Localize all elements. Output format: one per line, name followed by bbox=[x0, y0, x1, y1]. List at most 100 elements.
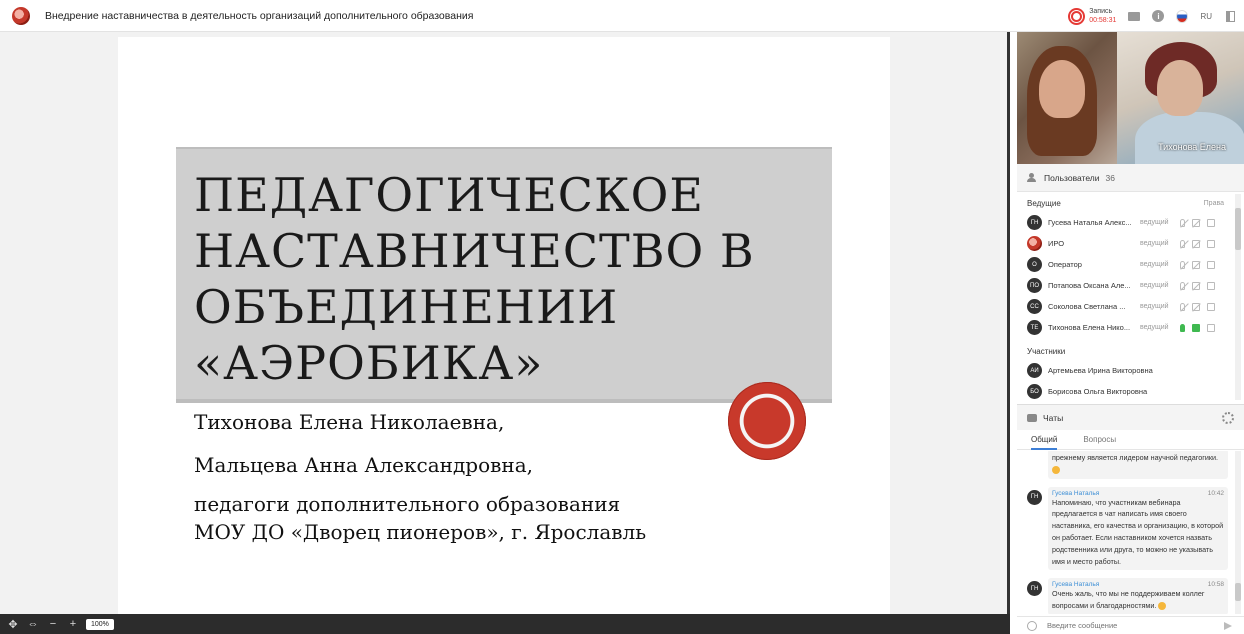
host-row[interactable]: ПО Потапова Оксана Але... ведущий bbox=[1017, 275, 1234, 296]
emoji-icon bbox=[1158, 602, 1167, 611]
fit-width-button[interactable]: ⇔ bbox=[26, 617, 40, 631]
zoom-out-button[interactable]: − bbox=[46, 617, 60, 631]
mic-off-icon[interactable] bbox=[1180, 239, 1185, 248]
user-role: ведущий bbox=[1140, 282, 1169, 289]
mic-off-icon[interactable] bbox=[1180, 260, 1185, 269]
chat-scrollbar[interactable] bbox=[1235, 451, 1241, 614]
camera-off-icon[interactable] bbox=[1192, 239, 1200, 248]
mic-on-icon[interactable] bbox=[1180, 323, 1185, 332]
chat-icon bbox=[1027, 413, 1037, 422]
slide-role-line-1: педагоги дополнительного образования bbox=[194, 492, 621, 516]
tab-questions[interactable]: Вопросы bbox=[1083, 430, 1116, 450]
presentation-toolbar: ✥ ⇔ − + 100% bbox=[0, 614, 1010, 634]
slide-title-line: «АЭРОБИКА» bbox=[194, 336, 544, 390]
top-bar: Внедрение наставничества в деятельность … bbox=[0, 0, 1244, 32]
seal-decoration-icon bbox=[728, 382, 806, 460]
user-name: Тихонова Елена Нико... bbox=[1048, 323, 1131, 332]
record-label: Запись bbox=[1089, 8, 1113, 15]
avatar: О bbox=[1027, 257, 1042, 272]
users-header[interactable]: Пользователи 36 bbox=[1017, 164, 1244, 192]
screen-share-icon[interactable] bbox=[1207, 239, 1215, 248]
top-bar-controls: Запись 00:58:31 i RU bbox=[1068, 0, 1236, 32]
zoom-in-button[interactable]: + bbox=[66, 617, 80, 631]
speaker-name: Тихонова Елена bbox=[1158, 142, 1226, 152]
screen-share-icon[interactable] bbox=[1207, 302, 1215, 311]
screen-share-icon[interactable] bbox=[1207, 281, 1215, 290]
video-tile-1[interactable] bbox=[1017, 32, 1117, 164]
avatar: ГН bbox=[1027, 489, 1042, 505]
participant-row[interactable]: АИ Артемьева Ирина Викторовна bbox=[1017, 360, 1234, 381]
recording-indicator[interactable]: Запись 00:58:31 bbox=[1068, 7, 1116, 25]
host-row[interactable]: ИРО ведущий bbox=[1017, 233, 1234, 254]
message-author[interactable]: Гусева Наталья bbox=[1052, 490, 1099, 497]
avatar: СС bbox=[1027, 299, 1042, 314]
message-text: Очень жаль, что мы не поддерживаем колле… bbox=[1052, 589, 1205, 611]
camera-off-icon[interactable] bbox=[1192, 302, 1200, 311]
folder-icon bbox=[1128, 11, 1141, 21]
send-icon[interactable] bbox=[1224, 622, 1232, 630]
user-role: ведущий bbox=[1140, 219, 1169, 226]
camera-off-icon[interactable] bbox=[1192, 218, 1200, 227]
record-time: 00:58:31 bbox=[1089, 17, 1117, 24]
screen-share-icon[interactable] bbox=[1207, 260, 1215, 269]
chats-title: Чаты bbox=[1043, 412, 1064, 423]
russia-flag-icon bbox=[1176, 9, 1189, 23]
screen-share-icon[interactable] bbox=[1207, 323, 1215, 332]
video-panel: Тихонова Елена bbox=[1017, 32, 1244, 164]
mic-off-icon[interactable] bbox=[1180, 302, 1185, 311]
presentation-stage: ПЕДАГОГИЧЕСКОЕ НАСТАВНИЧЕСТВО В ОБЪЕДИНЕ… bbox=[0, 32, 1010, 614]
participant-row[interactable]: БО Борисова Ольга Викторовна bbox=[1017, 381, 1234, 400]
message-input[interactable] bbox=[1047, 621, 1207, 630]
slide: ПЕДАГОГИЧЕСКОЕ НАСТАВНИЧЕСТВО В ОБЪЕДИНЕ… bbox=[118, 37, 890, 614]
avatar: ГН bbox=[1027, 581, 1042, 597]
chat-message: ГН Гусева Наталья 10:58 Очень жаль, что … bbox=[1017, 574, 1234, 614]
camera-off-icon[interactable] bbox=[1192, 281, 1200, 290]
chats-header: Чаты bbox=[1017, 404, 1244, 430]
participants-section-label: Участники bbox=[1027, 346, 1066, 356]
tab-general[interactable]: Общий bbox=[1031, 430, 1058, 450]
host-row[interactable]: ГН Гусева Наталья Алекс... ведущий bbox=[1017, 212, 1234, 233]
right-panel: Тихонова Елена Пользователи 36 Ведущие П… bbox=[1017, 32, 1244, 634]
host-row[interactable]: СС Соколова Светлана ... ведущий bbox=[1017, 296, 1234, 317]
message-text: Напоминаю, что участникам вебинара предл… bbox=[1052, 497, 1224, 566]
avatar: АИ bbox=[1027, 363, 1042, 378]
emoji-picker-icon[interactable] bbox=[1027, 620, 1037, 631]
avatar: ГН bbox=[1027, 215, 1042, 230]
slide-author-2: Мальцева Анна Александровна, bbox=[194, 453, 533, 477]
files-button[interactable] bbox=[1128, 10, 1141, 22]
chat-message: прежнему является лидером научной педаго… bbox=[1017, 451, 1234, 483]
user-role: ведущий bbox=[1140, 261, 1169, 268]
message-time: 10:42 bbox=[1207, 489, 1224, 497]
host-row[interactable]: ТЕ Тихонова Елена Нико... ведущий bbox=[1017, 317, 1234, 338]
user-name: Борисова Ольга Викторовна bbox=[1048, 387, 1148, 396]
users-scrollbar[interactable] bbox=[1235, 194, 1241, 400]
move-tool-button[interactable]: ✥ bbox=[6, 617, 20, 631]
users-list: Ведущие Права ГН Гусева Наталья Алекс...… bbox=[1017, 194, 1234, 400]
webinar-title: Внедрение наставничества в деятельность … bbox=[45, 9, 474, 22]
screen-share-icon[interactable] bbox=[1207, 218, 1215, 227]
message-author[interactable]: Гусева Наталья bbox=[1052, 581, 1099, 588]
avatar: ПО bbox=[1027, 278, 1042, 293]
camera-on-icon[interactable] bbox=[1192, 323, 1200, 332]
user-name: Артемьева Ирина Викторовна bbox=[1048, 366, 1153, 375]
camera-off-icon[interactable] bbox=[1192, 260, 1200, 269]
mic-off-icon[interactable] bbox=[1180, 218, 1185, 227]
rights-label: Права bbox=[1203, 199, 1224, 207]
language-flag-button[interactable] bbox=[1176, 9, 1189, 23]
users-icon bbox=[1027, 173, 1038, 182]
info-button[interactable]: i bbox=[1152, 10, 1165, 22]
slide-title-line: ПЕДАГОГИЧЕСКОЕ bbox=[194, 168, 704, 222]
zoom-level[interactable]: 100% bbox=[86, 618, 114, 630]
gear-icon[interactable] bbox=[1222, 412, 1234, 424]
avatar bbox=[1027, 236, 1042, 251]
chat-message: ГН Гусева Наталья 10:42 Напоминаю, что у… bbox=[1017, 483, 1234, 575]
host-row[interactable]: О Оператор ведущий bbox=[1017, 254, 1234, 275]
slide-role-line-2: МОУ ДО «Дворец пионеров», г. Ярославль bbox=[194, 520, 647, 544]
video-tile-2[interactable]: Тихонова Елена bbox=[1117, 32, 1244, 164]
message-time: 10:58 bbox=[1207, 581, 1224, 589]
user-name: Гусева Наталья Алекс... bbox=[1048, 218, 1132, 227]
language-label[interactable]: RU bbox=[1200, 12, 1212, 21]
slide-author-1: Тихонова Елена Николаевна, bbox=[194, 410, 505, 434]
mic-off-icon[interactable] bbox=[1180, 281, 1185, 290]
exit-button[interactable] bbox=[1224, 10, 1236, 22]
